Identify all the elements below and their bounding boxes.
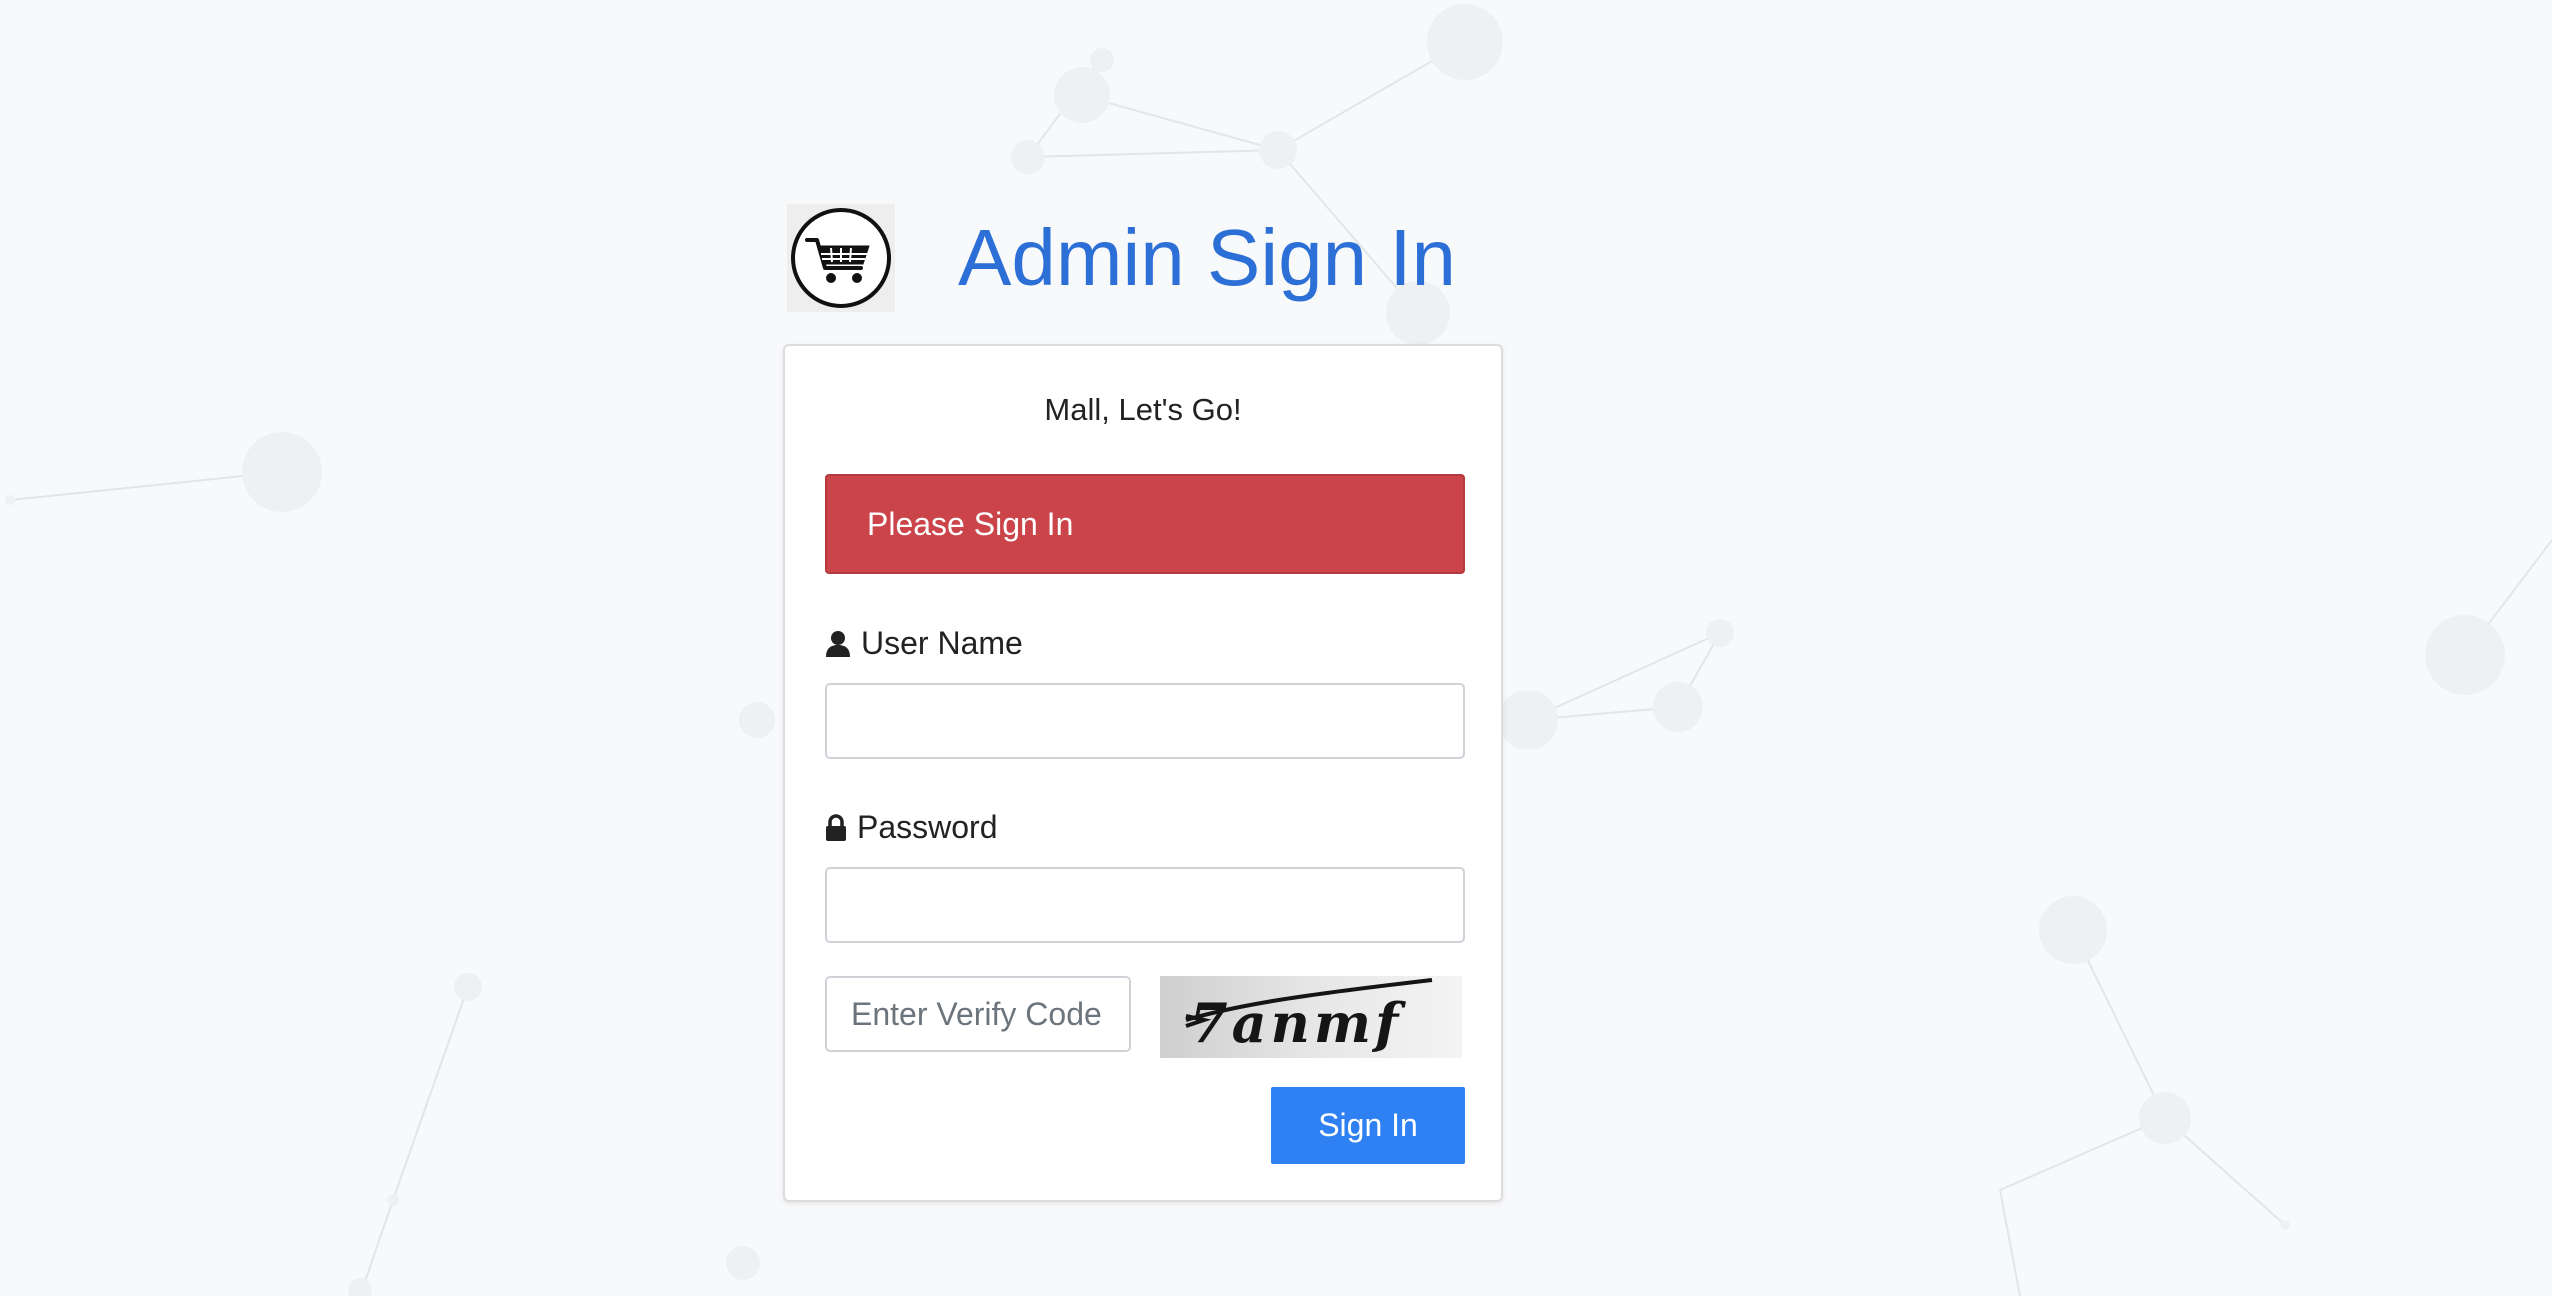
username-label-text: User Name (861, 625, 1023, 661)
user-icon (826, 630, 850, 657)
username-label: User Name (825, 625, 1023, 662)
lock-icon (826, 813, 846, 841)
login-card: Mall, Let's Go! Please Sign In User Name… (783, 344, 1503, 1202)
page-header: Admin Sign In (783, 200, 1503, 320)
password-label-text: Password (857, 809, 998, 845)
sign-in-button[interactable]: Sign In (1271, 1087, 1465, 1164)
verify-code-input[interactable] (825, 976, 1131, 1052)
password-label: Password (825, 809, 998, 846)
sign-in-alert: Please Sign In (825, 474, 1465, 574)
shopping-cart-icon (787, 204, 895, 312)
password-input[interactable] (825, 867, 1465, 943)
captcha-text: 7anmf (1190, 991, 1406, 1055)
tagline: Mall, Let's Go! (1044, 392, 1242, 427)
username-input[interactable] (825, 683, 1465, 759)
captcha-image[interactable]: 7anmf (1160, 976, 1462, 1058)
page-title: Admin Sign In (958, 213, 1457, 302)
